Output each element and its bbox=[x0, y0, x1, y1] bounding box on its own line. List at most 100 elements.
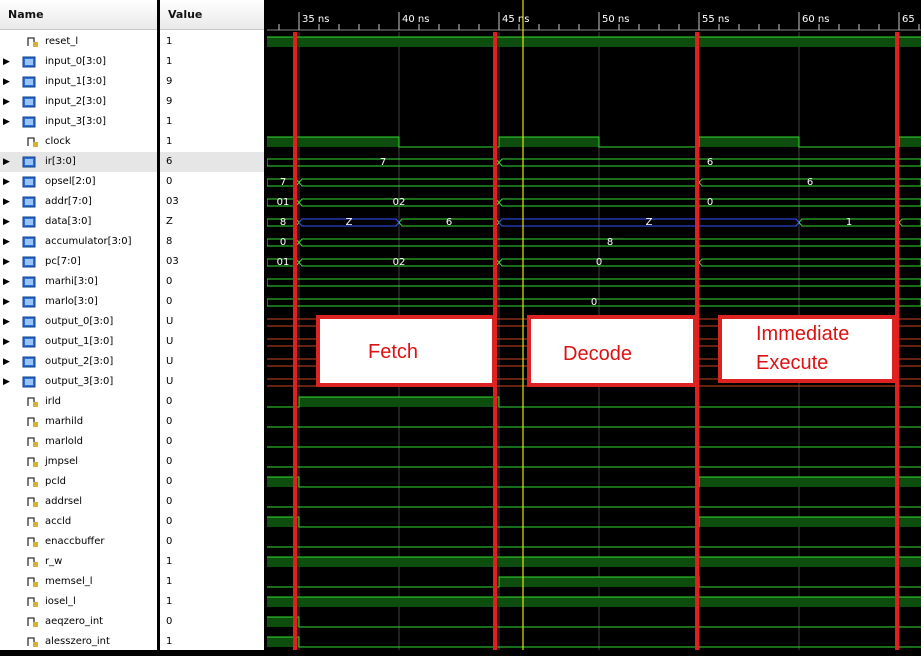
signal-name: output_2[3:0] bbox=[45, 356, 114, 367]
signal-row-addr[interactable]: ▶ addr[7:0] bbox=[0, 192, 157, 212]
signal-value-row[interactable]: 1 bbox=[160, 592, 264, 612]
signal-value-row[interactable]: U bbox=[160, 372, 264, 392]
signal-value-row[interactable]: 9 bbox=[160, 92, 264, 112]
signal-row-marhild[interactable]: marhild bbox=[0, 412, 157, 432]
bus-signal-icon bbox=[22, 356, 36, 368]
signal-name: ir[3:0] bbox=[45, 156, 76, 167]
signal-value-row[interactable]: 0 bbox=[160, 492, 264, 512]
signal-row-iosel-l[interactable]: iosel_l bbox=[0, 592, 157, 612]
signal-value-row[interactable]: U bbox=[160, 332, 264, 352]
signal-row-input-0[interactable]: ▶ input_0[3:0] bbox=[0, 52, 157, 72]
signal-value-row[interactable]: 6 bbox=[160, 152, 264, 172]
signal-row-clock[interactable]: clock bbox=[0, 132, 157, 152]
time-label: 50 ns bbox=[602, 14, 629, 25]
expand-arrow-icon[interactable]: ▶ bbox=[3, 92, 11, 112]
signal-row-r-w[interactable]: r_w bbox=[0, 552, 157, 572]
signal-value-row[interactable]: 0 bbox=[160, 452, 264, 472]
signal-value-row[interactable]: 0 bbox=[160, 172, 264, 192]
signal-value-row[interactable]: 8 bbox=[160, 232, 264, 252]
expand-arrow-icon[interactable]: ▶ bbox=[3, 292, 11, 312]
bus-signal-icon bbox=[22, 236, 36, 248]
signal-row-output-3[interactable]: ▶ output_3[3:0] bbox=[0, 372, 157, 392]
signal-row-aeqzero-int[interactable]: aeqzero_int bbox=[0, 612, 157, 632]
expand-arrow-icon[interactable]: ▶ bbox=[3, 372, 11, 392]
signal-value-panel: Value 1 1 9 9 1 1 6 0 03 Z 8 03 0 0 U U U U 0 0 0 0 0 0 0 0 1 1 1 0 1 bbox=[160, 0, 264, 650]
waveform-canvas[interactable]: 35 ns 40 ns 45 ns 50 ns 55 ns 60 ns 65 7 6 7 6 01 02… bbox=[267, 0, 921, 650]
expand-arrow-icon[interactable]: ▶ bbox=[3, 112, 11, 132]
signal-value-row[interactable]: 0 bbox=[160, 532, 264, 552]
signal-row-output-0[interactable]: ▶ output_0[3:0] bbox=[0, 312, 157, 332]
expand-arrow-icon[interactable]: ▶ bbox=[3, 152, 11, 172]
signal-value-row[interactable]: 1 bbox=[160, 632, 264, 652]
signal-value-row[interactable]: Z bbox=[160, 212, 264, 232]
expand-arrow-icon[interactable]: ▶ bbox=[3, 172, 11, 192]
signal-row-alesszero-int[interactable]: alesszero_int bbox=[0, 632, 157, 652]
signal-name: memsel_l bbox=[45, 576, 93, 587]
signal-value-row[interactable]: 03 bbox=[160, 252, 264, 272]
signal-row-input-2[interactable]: ▶ input_2[3:0] bbox=[0, 92, 157, 112]
signal-value: 0 bbox=[166, 496, 173, 507]
bus-value-label: 0 bbox=[280, 237, 286, 248]
expand-arrow-icon[interactable]: ▶ bbox=[3, 332, 11, 352]
signal-row-accumulator[interactable]: ▶ accumulator[3:0] bbox=[0, 232, 157, 252]
signal-value-row[interactable]: 0 bbox=[160, 392, 264, 412]
immediate-execute-phase-box: Immediate Execute bbox=[718, 315, 896, 383]
expand-arrow-icon[interactable]: ▶ bbox=[3, 252, 11, 272]
signal-value-row[interactable]: 0 bbox=[160, 472, 264, 492]
signal-value-row[interactable]: 03 bbox=[160, 192, 264, 212]
signal-row-input-1[interactable]: ▶ input_1[3:0] bbox=[0, 72, 157, 92]
signal-row-pc[interactable]: ▶ pc[7:0] bbox=[0, 252, 157, 272]
bus-signal-icon bbox=[22, 376, 36, 388]
expand-arrow-icon[interactable]: ▶ bbox=[3, 232, 11, 252]
signal-row-marlold[interactable]: marlold bbox=[0, 432, 157, 452]
signal-value-row[interactable]: 0 bbox=[160, 292, 264, 312]
signal-value-row[interactable]: 0 bbox=[160, 512, 264, 532]
signal-row-memsel-l[interactable]: memsel_l bbox=[0, 572, 157, 592]
signal-row-accld[interactable]: accld bbox=[0, 512, 157, 532]
signal-value-row[interactable]: 0 bbox=[160, 272, 264, 292]
execute-label: Execute bbox=[756, 352, 829, 374]
signal-row-output-1[interactable]: ▶ output_1[3:0] bbox=[0, 332, 157, 352]
signal-value-row[interactable]: 1 bbox=[160, 52, 264, 72]
signal-value-row[interactable]: 1 bbox=[160, 32, 264, 52]
signal-row-input-3[interactable]: ▶ input_3[3:0] bbox=[0, 112, 157, 132]
value-column-header[interactable]: Value bbox=[160, 0, 264, 30]
signal-row-enaccbuffer[interactable]: enaccbuffer bbox=[0, 532, 157, 552]
signal-name: output_0[3:0] bbox=[45, 316, 114, 327]
expand-arrow-icon[interactable]: ▶ bbox=[3, 272, 11, 292]
signal-row-marhi[interactable]: ▶ marhi[3:0] bbox=[0, 272, 157, 292]
signal-value-row[interactable]: 1 bbox=[160, 132, 264, 152]
expand-arrow-icon[interactable]: ▶ bbox=[3, 72, 11, 92]
signal-value: 0 bbox=[166, 456, 173, 467]
signal-row-jmpsel[interactable]: jmpsel bbox=[0, 452, 157, 472]
signal-row-output-2[interactable]: ▶ output_2[3:0] bbox=[0, 352, 157, 372]
expand-arrow-icon[interactable]: ▶ bbox=[3, 52, 11, 72]
waveform-high-fill bbox=[267, 597, 921, 607]
signal-row-ir[interactable]: ▶ ir[3:0] bbox=[0, 152, 157, 172]
signal-row-reset-l[interactable]: reset_l bbox=[0, 32, 157, 52]
signal-value-row[interactable]: 1 bbox=[160, 572, 264, 592]
signal-row-opsel[interactable]: ▶ opsel[2:0] bbox=[0, 172, 157, 192]
signal-row-pcld[interactable]: pcld bbox=[0, 472, 157, 492]
signal-value-row[interactable]: 9 bbox=[160, 72, 264, 92]
expand-arrow-icon[interactable]: ▶ bbox=[3, 352, 11, 372]
signal-value-row[interactable]: 0 bbox=[160, 612, 264, 632]
expand-arrow-icon[interactable]: ▶ bbox=[3, 312, 11, 332]
signal-row-addrsel[interactable]: addrsel bbox=[0, 492, 157, 512]
signal-value-row[interactable]: 0 bbox=[160, 432, 264, 452]
signal-value-row[interactable]: 1 bbox=[160, 112, 264, 132]
signal-row-marlo[interactable]: ▶ marlo[3:0] bbox=[0, 292, 157, 312]
name-column-header[interactable]: Name bbox=[0, 0, 157, 30]
signal-row-data[interactable]: ▶ data[3:0] bbox=[0, 212, 157, 232]
signal-value-row[interactable]: U bbox=[160, 312, 264, 332]
signal-value: 1 bbox=[166, 136, 173, 147]
expand-arrow-icon[interactable]: ▶ bbox=[3, 192, 11, 212]
signal-name: data[3:0] bbox=[45, 216, 92, 227]
signal-value-row[interactable]: 1 bbox=[160, 552, 264, 572]
signal-value: 1 bbox=[166, 596, 173, 607]
signal-name: pc[7:0] bbox=[45, 256, 81, 267]
signal-value-row[interactable]: U bbox=[160, 352, 264, 372]
signal-value-row[interactable]: 0 bbox=[160, 412, 264, 432]
signal-row-irld[interactable]: irld bbox=[0, 392, 157, 412]
expand-arrow-icon[interactable]: ▶ bbox=[3, 212, 11, 232]
